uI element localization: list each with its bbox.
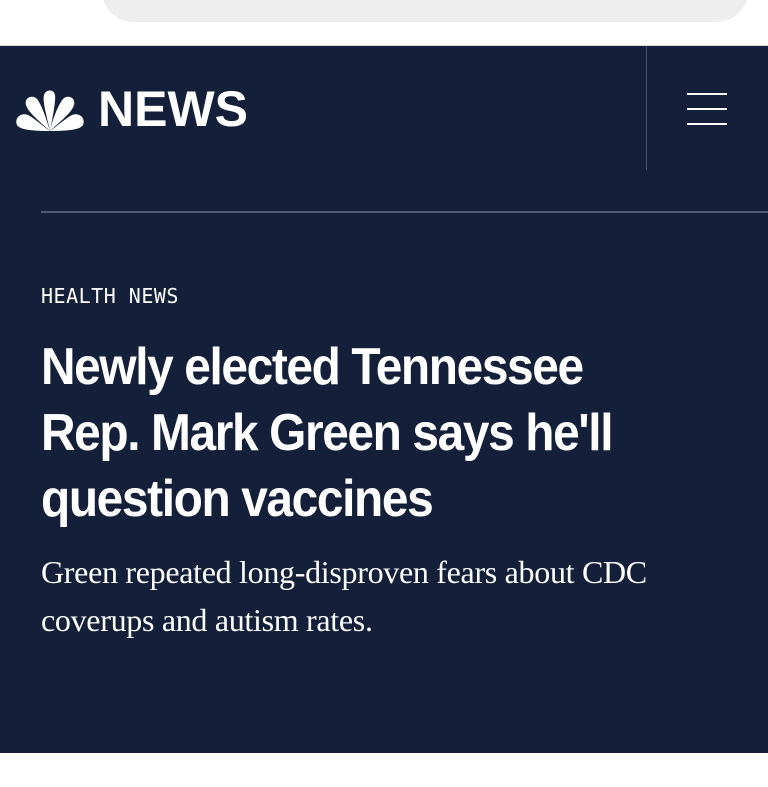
header-divider — [41, 211, 768, 213]
logo-wordmark: NEWS — [98, 81, 248, 137]
browser-top-bar — [0, 0, 768, 46]
site-header: NEWS — [0, 46, 768, 170]
peacock-icon — [16, 90, 84, 131]
menu-button[interactable] — [680, 86, 734, 132]
section-label[interactable]: HEALTH NEWS — [41, 284, 179, 308]
article-dek: Green repeated long-disproven fears abou… — [41, 554, 647, 638]
page-content-below — [0, 753, 768, 787]
article-masthead: NEWS HEALTH NEWS Newly elected Tennessee… — [0, 46, 768, 753]
address-bar[interactable] — [102, 0, 748, 22]
article-headline: Newly elected Tennessee Rep. Mark Green … — [41, 338, 613, 528]
header-vertical-divider — [646, 46, 647, 170]
nbc-news-logo[interactable]: NEWS — [14, 84, 248, 134]
